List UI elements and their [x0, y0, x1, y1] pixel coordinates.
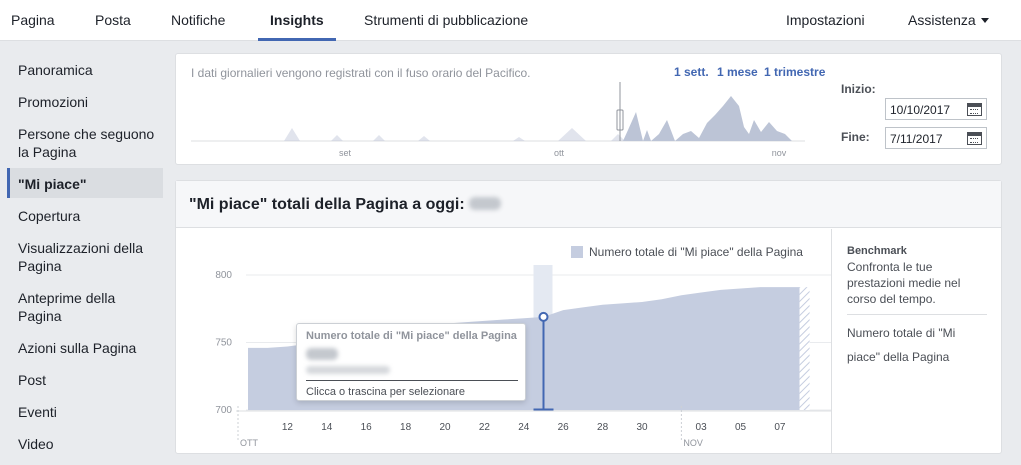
- active-tab-indicator: [258, 38, 336, 41]
- x-tick-label: 22: [479, 422, 491, 433]
- sidebar-item-persone[interactable]: Persone che seguono la Pagina: [18, 125, 158, 161]
- sidebar-item-anteprime[interactable]: Anteprime della Pagina: [18, 289, 158, 325]
- start-date-input[interactable]: 10/10/2017: [885, 98, 987, 120]
- legend-label: Numero totale di "Mi piace" della Pagina: [589, 245, 803, 259]
- benchmark-metric-link[interactable]: Numero totale di "Mi piace" della Pagina: [847, 321, 987, 369]
- mini-selected-area: [623, 96, 792, 141]
- chart-tooltip: Numero totale di "Mi piace" della Pagina…: [296, 323, 526, 401]
- y-tick-label: 800: [215, 270, 232, 281]
- chart-legend[interactable]: Numero totale di "Mi piace" della Pagina: [571, 245, 803, 259]
- nav-impostazioni[interactable]: Impostazioni: [786, 12, 865, 28]
- top-navigation: Pagina Posta Notifiche Insights Strument…: [0, 0, 1021, 41]
- nav-assistenza-label: Assistenza: [908, 12, 976, 28]
- tooltip-title: Numero totale di "Mi piace" della Pagina: [306, 330, 517, 342]
- end-date-label: Fine:: [841, 130, 870, 144]
- range-1-week[interactable]: 1 sett.: [674, 65, 709, 79]
- x-tick-label: 28: [597, 422, 609, 433]
- x-tick-label: 18: [400, 422, 412, 433]
- mini-spike-3: [373, 135, 385, 141]
- range-1-quarter[interactable]: 1 trimestre: [764, 65, 825, 79]
- mini-spike-2: [331, 135, 343, 141]
- mini-month-nov: nov: [772, 148, 787, 158]
- benchmark-description: Confronta le tue prestazioni medie nel c…: [847, 260, 961, 306]
- x-tick-label: 05: [735, 422, 747, 433]
- range-1-month[interactable]: 1 mese: [717, 65, 758, 79]
- nav-notifiche[interactable]: Notifiche: [171, 12, 225, 28]
- x-tick-label: 07: [774, 422, 786, 433]
- x-tick-label: 03: [696, 422, 708, 433]
- nav-insights[interactable]: Insights: [270, 12, 324, 28]
- chevron-down-icon: [980, 18, 989, 23]
- tooltip-hint: Clicca o trascina per selezionare: [306, 386, 465, 398]
- end-date-value: 7/11/2017: [890, 132, 943, 146]
- tooltip-hidden-date: [306, 366, 390, 374]
- mini-month-ott: ott: [554, 148, 565, 158]
- overview-panel: I dati giornalieri vengono registrati co…: [175, 53, 1002, 165]
- sidebar-item-panoramica[interactable]: Panoramica: [18, 61, 158, 79]
- tooltip-divider: [306, 380, 518, 381]
- sidebar-item-visualizzazioni[interactable]: Visualizzazioni della Pagina: [18, 239, 158, 275]
- sidebar-item-promozioni[interactable]: Promozioni: [18, 93, 158, 111]
- nav-strumenti-pubblicazione[interactable]: Strumenti di pubblicazione: [364, 12, 528, 28]
- likes-panel: "Mi piace" totali della Pagina a oggi: N…: [175, 180, 1002, 454]
- nav-pagina[interactable]: Pagina: [11, 12, 55, 28]
- hover-point[interactable]: [538, 311, 549, 322]
- benchmark-divider: [831, 229, 832, 453]
- overview-mini-chart[interactable]: set ott nov: [191, 82, 805, 162]
- incomplete-day-hatch: [799, 287, 810, 410]
- start-date-label: Inizio:: [841, 82, 876, 96]
- start-date-value: 10/10/2017: [890, 103, 951, 117]
- x-tick-label: 26: [558, 422, 570, 433]
- legend-swatch: [571, 246, 583, 258]
- mini-spike-7: [611, 134, 625, 141]
- mini-spike-5: [513, 137, 525, 141]
- end-date-input[interactable]: 7/11/2017: [885, 127, 987, 149]
- mini-spike-1: [284, 128, 300, 141]
- sidebar-item-video[interactable]: Video: [18, 435, 158, 453]
- timezone-info: I dati giornalieri vengono registrati co…: [191, 66, 531, 80]
- y-tick-label: 700: [215, 405, 232, 416]
- sidebar-item-copertura[interactable]: Copertura: [18, 207, 158, 225]
- nav-posta[interactable]: Posta: [95, 12, 131, 28]
- x-tick-label: 20: [439, 422, 451, 433]
- mini-month-set: set: [339, 148, 352, 158]
- x-tick-label: 30: [636, 422, 648, 433]
- sidebar-item-mi-piace[interactable]: "Mi piace": [18, 175, 158, 193]
- sidebar-item-azioni[interactable]: Azioni sulla Pagina: [18, 339, 158, 357]
- month-label: OTT: [240, 438, 258, 448]
- x-tick-label: 16: [361, 422, 373, 433]
- mini-spike-4: [418, 136, 430, 141]
- benchmark-title: Benchmark: [847, 245, 907, 257]
- sidebar-item-post[interactable]: Post: [18, 371, 158, 389]
- x-tick-label: 14: [321, 422, 333, 433]
- mini-spike-6: [558, 128, 586, 141]
- tooltip-hidden-value: [306, 348, 338, 360]
- page-title-text: "Mi piace" totali della Pagina a oggi:: [189, 196, 465, 213]
- x-tick-label: 12: [282, 422, 294, 433]
- likes-panel-header: "Mi piace" totali della Pagina a oggi:: [176, 181, 1001, 228]
- hidden-total-count: [468, 197, 501, 210]
- month-label: NOV: [683, 438, 703, 448]
- nav-assistenza[interactable]: Assistenza: [908, 12, 989, 28]
- calendar-icon[interactable]: [967, 132, 982, 145]
- page-title: "Mi piace" totali della Pagina a oggi:: [189, 196, 501, 214]
- benchmark-separator: [847, 314, 987, 315]
- calendar-icon[interactable]: [967, 103, 982, 116]
- sidebar-item-eventi[interactable]: Eventi: [18, 403, 158, 421]
- y-tick-label: 750: [215, 338, 232, 349]
- x-tick-label: 24: [518, 422, 530, 433]
